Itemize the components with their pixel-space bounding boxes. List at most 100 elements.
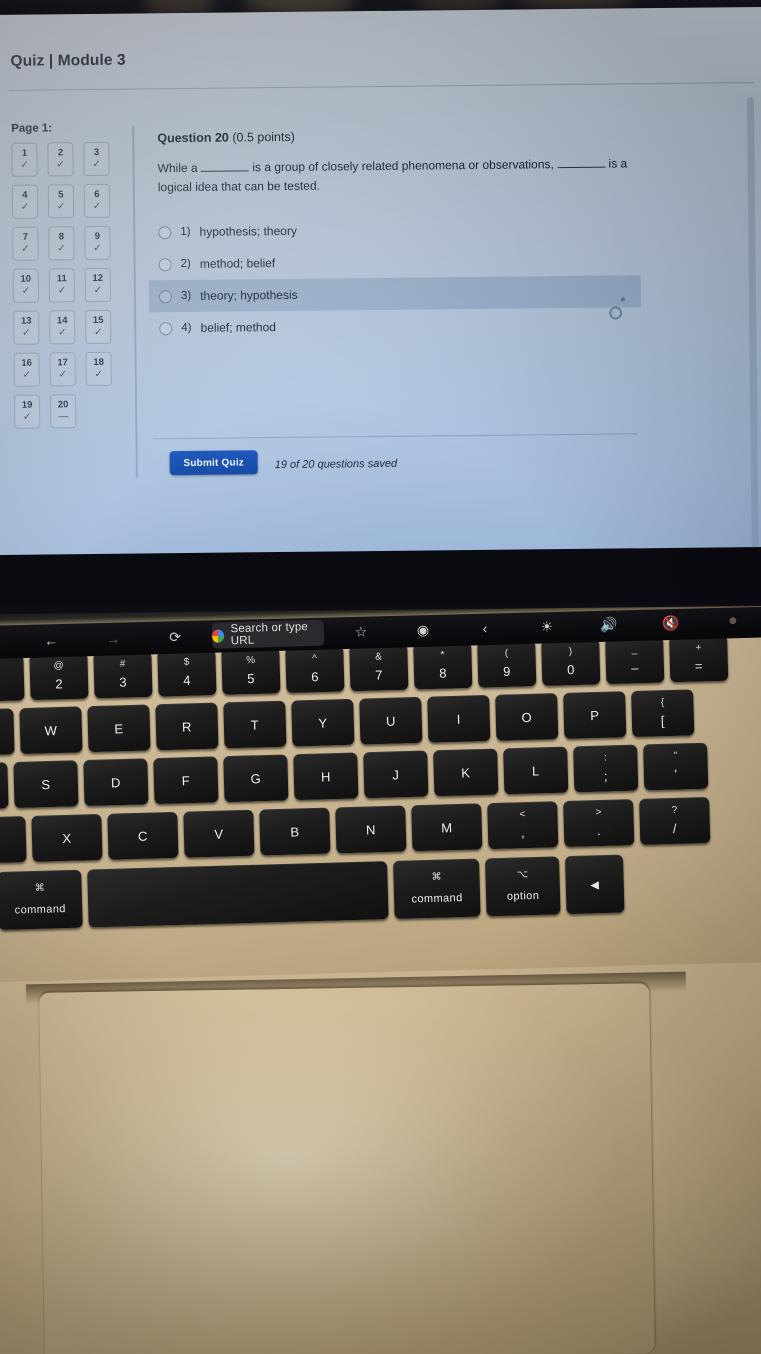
question-nav-cell[interactable]: 7 ✓ <box>12 226 39 261</box>
keyboard-key[interactable]: ⌘ command <box>393 858 481 919</box>
keyboard-key[interactable]: J <box>363 750 429 799</box>
keyboard-key[interactable]: " ' <box>643 742 709 791</box>
omnibox-search-field[interactable]: Search or type URL <box>211 619 325 649</box>
question-nav-status-icon: ✓ <box>56 158 65 171</box>
key-primary-label: P <box>589 707 600 723</box>
keyboard-key[interactable]: U <box>359 696 423 745</box>
keyboard-key[interactable]: $4 <box>157 649 217 697</box>
key-primary-label: 5 <box>247 671 256 687</box>
question-nav-cell[interactable]: 13 ✓ <box>13 310 40 345</box>
question-nav-status-icon: ✓ <box>93 284 103 296</box>
keyboard-key[interactable]: Y <box>291 698 355 747</box>
radio-button-icon[interactable] <box>159 321 173 335</box>
back-icon[interactable]: ← <box>20 624 83 656</box>
radio-button-icon[interactable] <box>158 257 172 271</box>
keyboard-key[interactable]: ? / <box>639 796 711 845</box>
keyboard-key[interactable]: C <box>107 811 179 860</box>
keyboard-key[interactable]: <, <box>487 801 559 850</box>
keyboard-key[interactable]: P <box>563 691 627 739</box>
keyboard-key[interactable]: S <box>13 760 79 809</box>
keyboard-key[interactable]: B <box>259 807 331 856</box>
keyboard-key[interactable]: #3 <box>93 650 153 699</box>
question-nav-cell[interactable]: 15 ✓ <box>85 309 112 345</box>
keyboard-key[interactable] <box>87 861 389 928</box>
radio-button-icon[interactable] <box>158 289 173 303</box>
bookmark-star-icon[interactable]: ☆ <box>330 616 393 648</box>
keyboard-key[interactable]: !1 <box>0 654 25 702</box>
question-nav-cell[interactable]: 17 ✓ <box>49 352 76 387</box>
submit-quiz-button[interactable]: Submit Quiz <box>169 450 258 476</box>
keyboard-key[interactable]: ⌥ option <box>485 856 561 917</box>
question-nav-cell[interactable]: 2 ✓ <box>47 142 74 177</box>
keyboard-key[interactable]: @2 <box>29 652 89 701</box>
question-nav-cell[interactable]: 12 ✓ <box>84 267 112 303</box>
volume-mute-icon[interactable]: 🔇 <box>639 607 702 639</box>
keyboard-key[interactable]: ⌘ command <box>0 869 83 930</box>
reload-icon[interactable]: ⟳ <box>144 621 207 653</box>
question-nav-cell[interactable]: 14 ✓ <box>49 310 76 345</box>
answer-option[interactable]: 3) theory; hypothesis <box>148 275 642 313</box>
question-nav-cell[interactable]: 10 ✓ <box>12 268 40 303</box>
keyboard-key[interactable]: (9 <box>477 640 537 688</box>
keyboard-key[interactable]: & 7 <box>349 643 409 692</box>
keyboard-key[interactable]: D <box>83 758 149 807</box>
answer-option[interactable]: 1) hypothesis; theory <box>148 211 640 248</box>
question-nav-cell[interactable]: 18 ✓ <box>85 351 112 387</box>
keyboard-key[interactable]: ^ 6 <box>285 645 345 694</box>
volume-up-icon[interactable]: 🔊 <box>578 609 641 641</box>
keyboard-key[interactable]: >. <box>563 799 635 848</box>
question-nav-cell[interactable]: 11 ✓ <box>48 268 76 303</box>
keyboard-key[interactable]: H <box>293 752 359 801</box>
keyboard-key[interactable]: X <box>31 813 103 862</box>
keyboard-key[interactable]: V <box>183 809 255 858</box>
question-nav-cell[interactable]: 1 ✓ <box>11 142 38 177</box>
keyboard-key[interactable]: :; <box>573 744 639 793</box>
laptop-screen: Quiz | Module 3 Page 1: 1 ✓ 2 ✓ 3 ✓ 4 ✓ 5 ✓ 6 ✓ 7 ✓ 8 ✓… <box>0 0 761 604</box>
keyboard-key[interactable]: Q <box>0 708 15 756</box>
forward-icon[interactable]: → <box>82 623 145 655</box>
question-nav-cell[interactable]: 5 ✓ <box>47 184 75 219</box>
key-primary-label: V <box>214 826 224 842</box>
question-nav-cell[interactable]: 8 ✓ <box>48 226 75 261</box>
question-nav-cell[interactable]: 4 ✓ <box>11 184 39 219</box>
question-nav-cell[interactable]: 3 ✓ <box>83 141 110 177</box>
question-nav-cell[interactable]: 20— <box>49 394 77 429</box>
download-icon[interactable]: ◉ <box>392 614 455 646</box>
question-nav-cell[interactable]: 6 ✓ <box>83 183 111 219</box>
keyboard-key[interactable]: ◀ <box>564 854 625 915</box>
answer-option[interactable]: 4) belief; method <box>149 307 641 344</box>
key-primary-label: N <box>365 821 376 838</box>
keyboard-key[interactable]: I <box>427 694 491 743</box>
question-nav-cell[interactable]: 19 ✓ <box>13 394 41 429</box>
keyboard-key[interactable]: _ – <box>605 636 665 685</box>
key-primary-label: T <box>250 716 260 733</box>
keyboard-key[interactable]: T <box>223 700 287 749</box>
question-nav-cell[interactable]: 16 ✓ <box>13 352 40 387</box>
question-nav-cell[interactable]: 9 ✓ <box>84 225 111 261</box>
keyboard-key[interactable]: M <box>411 803 483 852</box>
keyboard-key[interactable]: W <box>19 706 83 755</box>
page-scrollbar[interactable] <box>746 97 759 555</box>
keyboard-key[interactable]: E <box>87 704 151 753</box>
radio-button-icon[interactable] <box>158 225 172 239</box>
chevron-left-icon[interactable]: ‹ <box>454 612 517 644</box>
keyboard-key[interactable]: L <box>503 746 569 795</box>
brightness-icon[interactable]: ☀ <box>516 611 579 643</box>
answer-option[interactable]: 2) method; belief <box>148 243 640 280</box>
keyboard-key[interactable]: G <box>223 754 289 803</box>
keyboard-key[interactable]: {[ <box>631 689 695 738</box>
key-primary-label: 8 <box>438 665 448 681</box>
keyboard-key[interactable]: ) 0 <box>541 638 601 686</box>
keyboard-key[interactable]: R <box>155 702 219 751</box>
keyboard-key[interactable]: N <box>335 805 407 854</box>
keyboard-key[interactable]: * 8 <box>413 641 473 690</box>
touch-id-button[interactable]: ● <box>701 605 761 637</box>
keyboard-key[interactable]: F <box>153 756 219 805</box>
keyboard-key[interactable]: % 5 <box>221 647 281 695</box>
keyboard-key[interactable]: O <box>495 693 559 741</box>
keyboard-key[interactable]: A <box>0 762 9 810</box>
keyboard-key[interactable]: K <box>433 748 499 797</box>
key-secondary-label: ⌘ <box>34 882 45 894</box>
keyboard-key[interactable]: + = <box>669 634 729 683</box>
keyboard-key[interactable]: Z <box>0 816 27 864</box>
